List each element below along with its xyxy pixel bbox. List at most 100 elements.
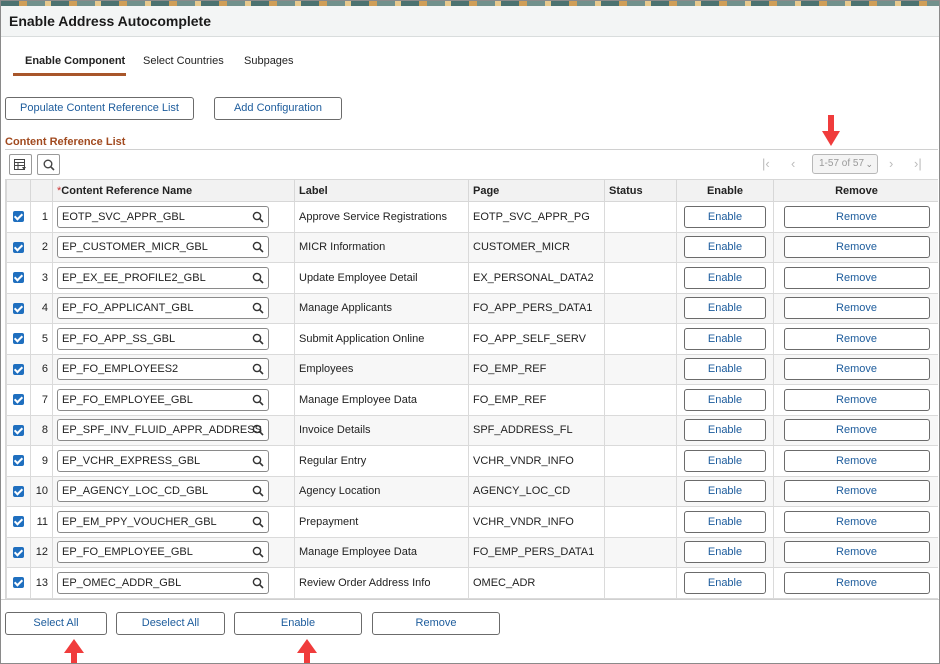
content-reference-input[interactable]: EP_CUSTOMER_MICR_GBL bbox=[57, 236, 269, 259]
row-number: 1 bbox=[30, 201, 53, 233]
content-reference-input[interactable]: EP_EX_EE_PROFILE2_GBL bbox=[57, 266, 269, 289]
next-page-icon[interactable]: › bbox=[889, 156, 893, 171]
select-all-button[interactable]: Select All bbox=[5, 612, 107, 635]
row-enable-button[interactable]: Enable bbox=[684, 510, 766, 533]
content-reference-input[interactable]: EOTP_SVC_APPR_GBL bbox=[57, 205, 269, 228]
enable-cell: Enable bbox=[676, 536, 774, 568]
row-remove-button[interactable]: Remove bbox=[783, 358, 930, 381]
content-reference-input[interactable]: EP_OMEC_ADDR_GBL bbox=[57, 571, 269, 594]
content-reference-input[interactable]: EP_FO_EMPLOYEE_GBL bbox=[57, 388, 269, 411]
row-checkbox[interactable] bbox=[13, 302, 24, 314]
row-number: 10 bbox=[30, 475, 53, 507]
row-checkbox[interactable] bbox=[13, 455, 24, 467]
lookup-search-icon[interactable] bbox=[252, 394, 264, 406]
row-remove-button[interactable]: Remove bbox=[783, 449, 930, 472]
row-enable-button[interactable]: Enable bbox=[684, 571, 766, 594]
row-remove-button[interactable]: Remove bbox=[783, 266, 930, 289]
row-enable-button[interactable]: Enable bbox=[684, 541, 766, 564]
lookup-search-icon[interactable] bbox=[252, 333, 264, 345]
content-reference-input[interactable]: EP_FO_APP_SS_GBL bbox=[57, 327, 269, 350]
row-enable-button[interactable]: Enable bbox=[684, 358, 766, 381]
remove-selected-button[interactable]: Remove bbox=[372, 612, 500, 635]
row-label: Regular Entry bbox=[294, 445, 469, 477]
enable-cell: Enable bbox=[676, 506, 774, 538]
row-enable-button[interactable]: Enable bbox=[684, 480, 766, 503]
lookup-search-icon[interactable] bbox=[252, 516, 264, 528]
tab-enable-component[interactable]: Enable Component bbox=[25, 55, 125, 67]
row-remove-button[interactable]: Remove bbox=[783, 571, 930, 594]
row-enable-button[interactable]: Enable bbox=[684, 419, 766, 442]
content-reference-input[interactable]: EP_FO_EMPLOYEES2 bbox=[57, 358, 269, 381]
table-row: 11 EP_EM_PPY_VOUCHER_GBL Prepayment VCHR_VN… bbox=[6, 506, 938, 538]
search-icon[interactable] bbox=[37, 154, 60, 175]
row-remove-button[interactable]: Remove bbox=[783, 236, 930, 259]
row-enable-button[interactable]: Enable bbox=[684, 205, 766, 228]
row-checkbox[interactable] bbox=[13, 394, 24, 406]
row-checkbox[interactable] bbox=[13, 363, 24, 375]
tab-select-countries[interactable]: Select Countries bbox=[143, 55, 224, 67]
row-remove-button[interactable]: Remove bbox=[783, 297, 930, 320]
content-reference-input[interactable]: EP_FO_EMPLOYEE_GBL bbox=[57, 541, 269, 564]
row-checkbox[interactable] bbox=[13, 577, 24, 589]
grid-options-icon[interactable] bbox=[9, 154, 32, 175]
content-reference-input[interactable]: EP_FO_APPLICANT_GBL bbox=[57, 297, 269, 320]
row-checkbox[interactable] bbox=[13, 424, 24, 436]
row-number: 12 bbox=[30, 536, 53, 568]
row-status bbox=[604, 353, 677, 385]
content-reference-value: EOTP_SVC_APPR_GBL bbox=[62, 210, 185, 223]
row-checkbox[interactable] bbox=[13, 211, 24, 223]
content-reference-cell: EOTP_SVC_APPR_GBL bbox=[52, 201, 295, 233]
content-reference-cell: EP_SPF_INV_FLUID_APPR_ADDRESS bbox=[52, 414, 295, 446]
lookup-search-icon[interactable] bbox=[252, 455, 264, 467]
row-select-cell bbox=[6, 384, 31, 416]
first-page-icon[interactable]: |‹ bbox=[762, 156, 770, 171]
content-reference-input[interactable]: EP_EM_PPY_VOUCHER_GBL bbox=[57, 510, 269, 533]
populate-content-reference-list-button[interactable]: Populate Content Reference List bbox=[5, 97, 194, 120]
content-reference-input[interactable]: EP_AGENCY_LOC_CD_GBL bbox=[57, 480, 269, 503]
deselect-all-button[interactable]: Deselect All bbox=[116, 612, 225, 635]
row-select-cell bbox=[6, 323, 31, 355]
previous-page-icon[interactable]: ‹ bbox=[791, 156, 795, 171]
enable-selected-button[interactable]: Enable bbox=[234, 612, 362, 635]
row-remove-button[interactable]: Remove bbox=[783, 388, 930, 411]
row-enable-button[interactable]: Enable bbox=[684, 236, 766, 259]
lookup-search-icon[interactable] bbox=[252, 485, 264, 497]
lookup-search-icon[interactable] bbox=[252, 211, 264, 223]
lookup-search-icon[interactable] bbox=[252, 241, 264, 253]
row-remove-button[interactable]: Remove bbox=[783, 510, 930, 533]
row-page: CUSTOMER_MICR bbox=[468, 231, 605, 263]
lookup-search-icon[interactable] bbox=[252, 272, 264, 284]
lookup-search-icon[interactable] bbox=[252, 302, 264, 314]
row-enable-button[interactable]: Enable bbox=[684, 449, 766, 472]
row-checkbox[interactable] bbox=[13, 333, 24, 345]
content-reference-value: EP_FO_APPLICANT_GBL bbox=[62, 302, 194, 315]
row-enable-button[interactable]: Enable bbox=[684, 297, 766, 320]
row-page: FO_EMP_REF bbox=[468, 353, 605, 385]
row-checkbox[interactable] bbox=[13, 546, 24, 558]
tab-subpages[interactable]: Subpages bbox=[244, 55, 294, 67]
lookup-search-icon[interactable] bbox=[252, 577, 264, 589]
row-checkbox[interactable] bbox=[13, 272, 24, 284]
row-remove-button[interactable]: Remove bbox=[783, 419, 930, 442]
row-enable-button[interactable]: Enable bbox=[684, 327, 766, 350]
last-page-icon[interactable]: ›| bbox=[914, 156, 922, 171]
lookup-search-icon[interactable] bbox=[252, 424, 264, 436]
row-remove-button[interactable]: Remove bbox=[783, 327, 930, 350]
row-remove-button[interactable]: Remove bbox=[783, 480, 930, 503]
row-checkbox[interactable] bbox=[13, 516, 24, 528]
content-reference-cell: EP_FO_APP_SS_GBL bbox=[52, 323, 295, 355]
row-checkbox[interactable] bbox=[13, 241, 24, 253]
row-enable-button[interactable]: Enable bbox=[684, 388, 766, 411]
lookup-search-icon[interactable] bbox=[252, 546, 264, 558]
enable-cell: Enable bbox=[676, 231, 774, 263]
add-configuration-button[interactable]: Add Configuration bbox=[214, 97, 342, 120]
row-checkbox[interactable] bbox=[13, 485, 24, 497]
row-number: 2 bbox=[30, 231, 53, 263]
content-reference-input[interactable]: EP_SPF_INV_FLUID_APPR_ADDRESS bbox=[57, 419, 269, 442]
row-remove-button[interactable]: Remove bbox=[783, 541, 930, 564]
content-reference-input[interactable]: EP_VCHR_EXPRESS_GBL bbox=[57, 449, 269, 472]
row-enable-button[interactable]: Enable bbox=[684, 266, 766, 289]
row-remove-button[interactable]: Remove bbox=[783, 205, 930, 228]
page-range-select[interactable]: 1-57 of 57 ⌄ bbox=[812, 154, 878, 174]
lookup-search-icon[interactable] bbox=[252, 363, 264, 375]
